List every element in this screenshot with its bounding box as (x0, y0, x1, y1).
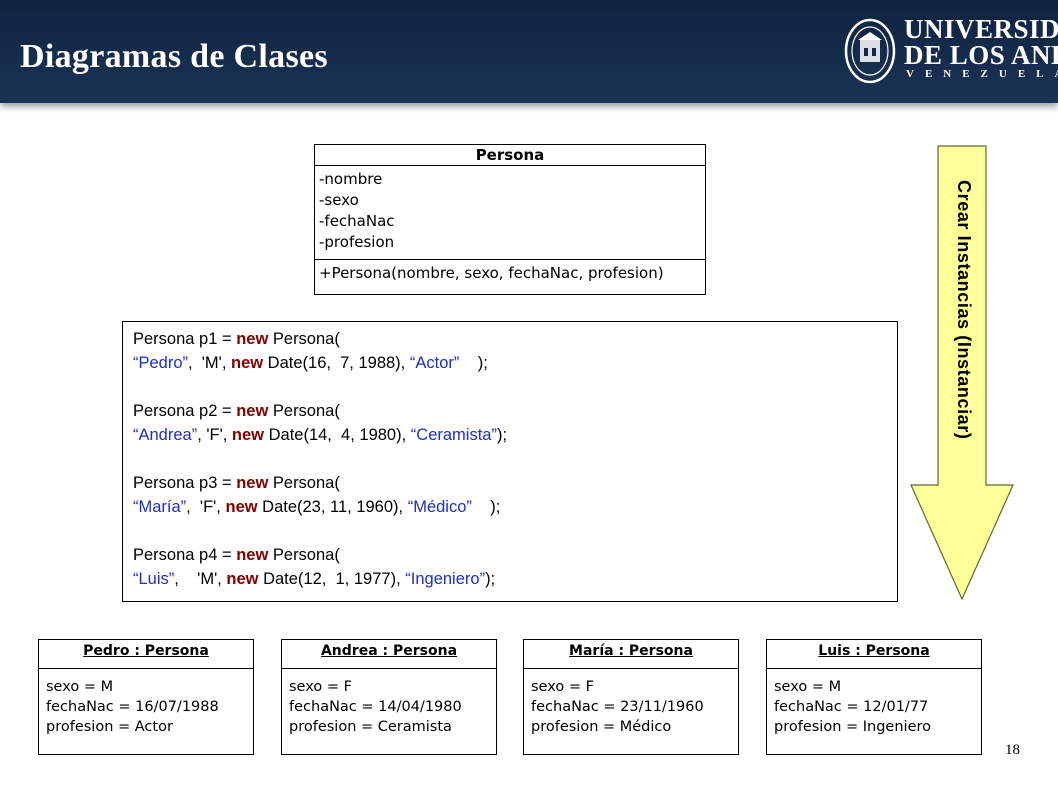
object-attributes: sexo = M fechaNac = 12/01/77 profesion =… (767, 669, 981, 745)
code-text: Date(16, 7, 1988), (263, 354, 410, 372)
code-string: “Andrea” (133, 426, 198, 444)
code-keyword: new (231, 354, 264, 372)
code-line-declaration: Persona p3 = new Persona( (133, 471, 887, 495)
logo-line-2: DE LOS ANDES (904, 40, 1058, 70)
code-text: Date(12, 1, 1977), (258, 570, 406, 588)
code-keyword: new (236, 474, 269, 492)
object-attribute: profesion = Actor (46, 719, 173, 735)
code-string: “María” (133, 498, 187, 516)
object-attribute: profesion = Ceramista (289, 719, 452, 735)
code-line-arguments: “María”, 'F', new Date(23, 11, 1960), “M… (133, 495, 887, 519)
university-logo: UNIVERSIDAD DE LOS ANDES VENEZUELA (842, 14, 1058, 90)
object-attribute: sexo = M (774, 679, 842, 695)
code-line-arguments: “Luis”, 'M', new Date(12, 1, 1977), “Ing… (133, 567, 887, 591)
object-box: Pedro : Persona sexo = M fechaNac = 16/0… (38, 639, 254, 755)
object-box: María : Persona sexo = F fechaNac = 23/1… (523, 639, 739, 755)
object-attribute: profesion = Ingeniero (774, 719, 932, 735)
object-name: Andrea : Persona (282, 640, 496, 669)
code-text: Persona( (268, 330, 340, 348)
code-string: “Luis” (133, 570, 175, 588)
code-text: Persona p3 = (133, 474, 237, 492)
code-text: ); (496, 426, 508, 444)
code-text: ); (459, 354, 488, 372)
code-text: ); (485, 570, 496, 588)
page-number: 18 (1005, 742, 1020, 758)
code-text: Date(23, 11, 1960), (257, 498, 408, 516)
code-block: Persona p1 = new Persona(“Pedro”, 'M', n… (122, 321, 898, 602)
object-attributes: sexo = F fechaNac = 14/04/1980 profesion… (282, 669, 496, 745)
code-text: ); (471, 498, 501, 516)
code-string: “Ceramista” (410, 426, 497, 444)
class-box-persona: Persona -nombre -sexo -fechaNac -profesi… (314, 144, 706, 295)
code-gap (133, 447, 887, 471)
code-gap (133, 375, 887, 399)
class-attribute: -nombre (319, 170, 383, 188)
code-string: “Pedro” (133, 354, 189, 372)
code-text: Persona( (268, 474, 340, 492)
object-attribute: fechaNac = 16/07/1988 (46, 699, 219, 715)
object-name: María : Persona (524, 640, 738, 669)
object-attribute: sexo = M (46, 679, 114, 695)
arrow-label: Crear Instancias (Instanciar) (954, 180, 974, 440)
object-box: Andrea : Persona sexo = F fechaNac = 14/… (281, 639, 497, 755)
class-attribute: -sexo (319, 191, 359, 209)
object-attribute: sexo = F (289, 679, 352, 695)
class-attribute: -fechaNac (319, 212, 395, 230)
object-attribute: fechaNac = 23/11/1960 (531, 699, 704, 715)
code-string: “Médico” (407, 498, 472, 516)
object-attributes: sexo = M fechaNac = 16/07/1988 profesion… (39, 669, 253, 745)
code-text: Persona( (268, 402, 340, 420)
code-string: “Actor” (409, 354, 460, 372)
class-operations: +Persona(nombre, sexo, fechaNac, profesi… (315, 259, 705, 287)
object-name: Luis : Persona (767, 640, 981, 669)
code-line-arguments: “Pedro”, 'M', new Date(16, 7, 1988), “Ac… (133, 351, 887, 375)
object-attribute: fechaNac = 14/04/1980 (289, 699, 462, 715)
slide-title: Diagramas de Clases (20, 38, 328, 75)
code-text: Persona p1 = (133, 330, 237, 348)
code-keyword: new (236, 330, 269, 348)
code-text: Persona p2 = (133, 402, 237, 420)
object-attribute: sexo = F (531, 679, 594, 695)
code-text: , 'F', (186, 498, 226, 516)
code-keyword: new (236, 546, 269, 564)
code-text: , 'F', (197, 426, 232, 444)
code-keyword: new (236, 402, 269, 420)
object-box: Luis : Persona sexo = M fechaNac = 12/01… (766, 639, 982, 755)
class-attributes: -nombre -sexo -fechaNac -profesion (315, 166, 705, 259)
logo-line-3: VENEZUELA (906, 68, 1058, 80)
code-line-declaration: Persona p1 = new Persona( (133, 327, 887, 351)
code-text: , 'M', (188, 354, 231, 372)
code-gap (133, 519, 887, 543)
code-text: Persona( (268, 546, 340, 564)
object-attribute: fechaNac = 12/01/77 (774, 699, 929, 715)
code-text: , 'M', (174, 570, 227, 588)
code-keyword: new (225, 498, 258, 516)
slide-header: Diagramas de Clases UNIVERSIDAD DE LOS A… (0, 0, 1058, 103)
code-line-arguments: “Andrea”, 'F', new Date(14, 4, 1980), “C… (133, 423, 887, 447)
code-keyword: new (226, 570, 259, 588)
code-text: Date(14, 4, 1980), (264, 426, 411, 444)
object-name: Pedro : Persona (39, 640, 253, 669)
code-line-declaration: Persona p4 = new Persona( (133, 543, 887, 567)
class-name: Persona (315, 145, 705, 166)
code-keyword: new (231, 426, 265, 444)
code-text: Persona p4 = (133, 546, 237, 564)
code-line-declaration: Persona p2 = new Persona( (133, 399, 887, 423)
class-operation: +Persona(nombre, sexo, fechaNac, profesi… (319, 264, 664, 282)
code-string: “Ingeniero” (405, 570, 486, 588)
crest-icon (844, 18, 896, 84)
class-attribute: -profesion (319, 233, 395, 251)
object-attributes: sexo = F fechaNac = 23/11/1960 profesion… (524, 669, 738, 745)
object-attribute: profesion = Médico (531, 719, 672, 735)
